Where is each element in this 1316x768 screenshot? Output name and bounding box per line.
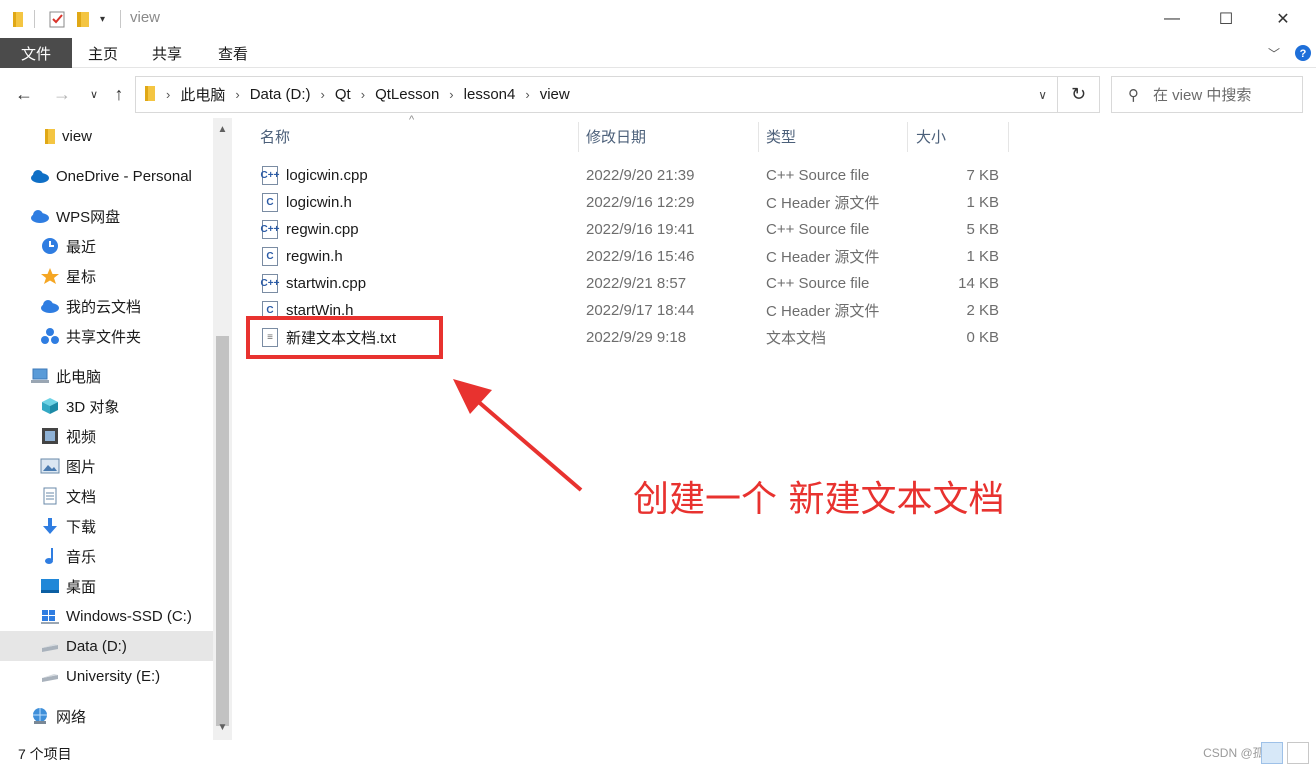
status-bar: 7 个项目 bbox=[0, 740, 1316, 768]
annotation-arrow bbox=[453, 379, 583, 492]
details-view-icon[interactable] bbox=[1261, 742, 1283, 764]
item-count: 7 个项目 bbox=[18, 746, 72, 762]
large-icons-view-icon[interactable] bbox=[1287, 742, 1309, 764]
annotation-text: 创建一个 新建文本文档 bbox=[633, 479, 1005, 520]
